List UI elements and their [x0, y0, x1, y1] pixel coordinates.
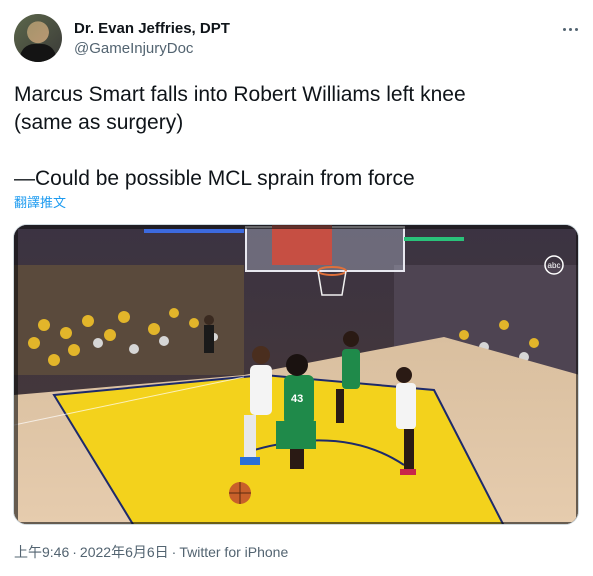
avatar[interactable] [14, 14, 62, 62]
author-name[interactable]: Dr. Evan Jeffries, DPT [74, 19, 230, 39]
svg-text:43: 43 [291, 393, 303, 405]
author-handle[interactable]: @GameInjuryDoc [74, 39, 193, 59]
tweet-meta: 上午9:46 · 2022年6月6日 · Twitter for iPhone [14, 543, 288, 561]
separator-dot: · [171, 544, 177, 560]
tweet-source[interactable]: Twitter for iPhone [179, 544, 288, 560]
tweet-text: Marcus Smart falls into Robert Williams … [14, 81, 582, 193]
avatar-shirt [20, 44, 56, 62]
tweet: Dr. Evan Jeffries, DPT @GameInjuryDoc Ma… [0, 0, 593, 576]
tweet-text-line: Marcus Smart falls into Robert Williams … [14, 83, 466, 106]
tweet-text-line: (same as surgery) [14, 111, 184, 134]
basketball-scene: abc 43 [14, 225, 578, 524]
svg-text:abc: abc [548, 261, 561, 270]
translate-tweet-link[interactable]: 翻譯推文 [14, 195, 66, 211]
tweet-time[interactable]: 上午9:46 [14, 544, 69, 560]
separator-dot: · [72, 544, 77, 560]
tweet-text-line: —Could be possible MCL sprain from force [14, 167, 415, 190]
more-dots-icon[interactable] [558, 17, 582, 41]
tweet-media-image[interactable]: abc 43 [13, 224, 579, 525]
tweet-date[interactable]: 2022年6月6日 [80, 544, 169, 560]
court-paint [54, 375, 503, 524]
